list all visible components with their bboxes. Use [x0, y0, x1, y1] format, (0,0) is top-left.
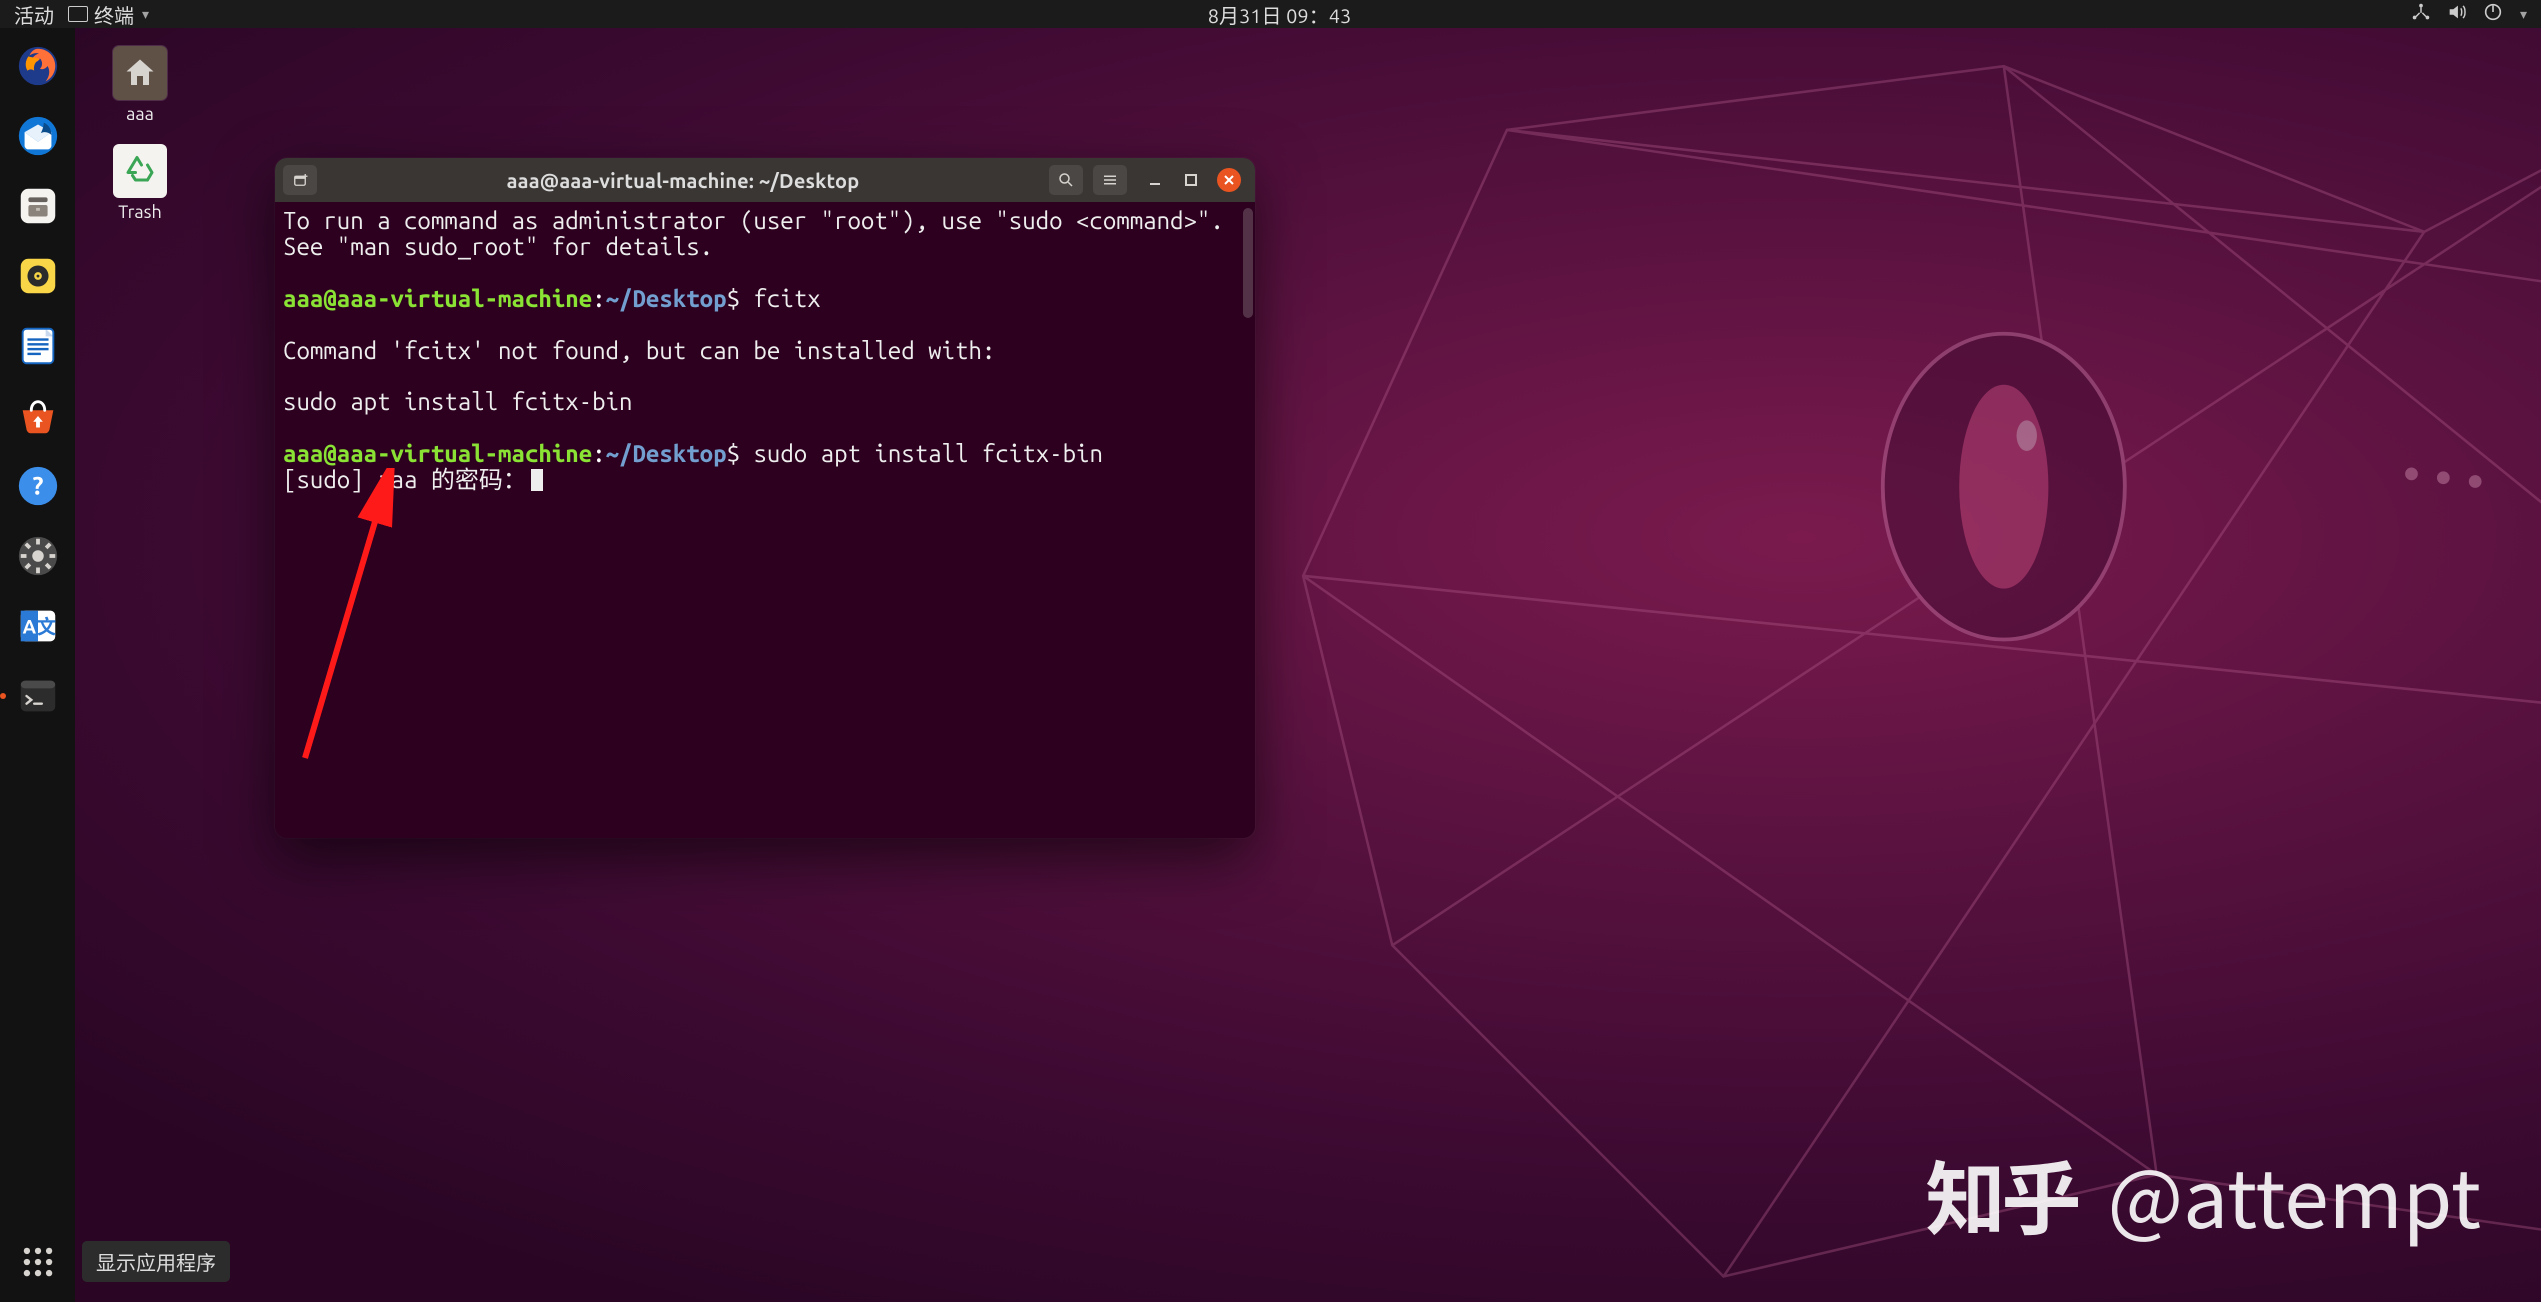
term-cmd: sudo apt install fcitx-bin	[753, 440, 1102, 467]
watermark: 知乎 @attempt	[1925, 1136, 2481, 1252]
term-line: To run a command as administrator (user …	[283, 207, 1224, 234]
prompt-user: aaa	[283, 285, 323, 312]
terminal-window[interactable]: aaa@aaa-virtual-machine: ~/Desktop To ru…	[275, 158, 1255, 838]
term-line: See "man sudo_root" for details.	[283, 233, 713, 260]
chevron-down-icon: ▾	[142, 6, 149, 23]
term-line: [sudo] aaa 的密码：	[283, 466, 527, 493]
focused-app-label: 终端	[94, 0, 134, 29]
desktop-trash-label: Trash	[105, 202, 175, 222]
dock-libreoffice-writer[interactable]	[10, 318, 66, 374]
recycle-icon	[122, 153, 158, 189]
new-tab-icon	[291, 171, 309, 189]
svg-text:?: ?	[32, 472, 43, 500]
prompt-path: ~/Desktop	[606, 440, 727, 467]
watermark-handle: @attempt	[2107, 1136, 2481, 1252]
terminal-cursor	[531, 469, 543, 491]
new-tab-button[interactable]	[283, 165, 317, 195]
home-icon	[122, 55, 158, 91]
activities-button[interactable]: 活动	[14, 0, 54, 29]
desktop-home-label: aaa	[105, 104, 175, 124]
desktop-trash[interactable]: Trash	[105, 144, 175, 222]
dock-settings[interactable]	[10, 528, 66, 584]
dock-terminal[interactable]	[10, 668, 66, 724]
prompt-user: aaa	[283, 440, 323, 467]
window-close-button[interactable]	[1217, 168, 1241, 192]
terminal-menu-button[interactable]	[1093, 165, 1127, 195]
dock-thunderbird[interactable]	[10, 108, 66, 164]
window-minimize-button[interactable]	[1145, 170, 1165, 190]
prompt-path: ~/Desktop	[606, 285, 727, 312]
dock-help[interactable]: ?	[10, 458, 66, 514]
prompt-host: aaa-virtual-machine	[337, 440, 592, 467]
maximize-icon	[1184, 173, 1198, 187]
term-line: Command 'fcitx' not found, but can be in…	[283, 337, 995, 364]
terminal-body[interactable]: To run a command as administrator (user …	[275, 202, 1255, 838]
apps-tooltip: 显示应用程序	[82, 1241, 230, 1282]
dock-files[interactable]	[10, 178, 66, 234]
network-icon[interactable]	[2410, 1, 2432, 27]
watermark-zhihu: 知乎	[1925, 1136, 2077, 1252]
term-cmd: fcitx	[753, 285, 820, 312]
dock-input-method[interactable]: A文	[10, 598, 66, 654]
svg-text:文: 文	[37, 616, 56, 638]
clock[interactable]: 8月31日 09：43	[1208, 4, 1352, 27]
terminal-scrollbar[interactable]	[1243, 208, 1253, 318]
minimize-icon	[1148, 173, 1162, 187]
close-icon	[1222, 173, 1236, 187]
hamburger-icon	[1101, 171, 1119, 189]
power-icon[interactable]	[2482, 1, 2504, 27]
terminal-indicator-icon	[68, 6, 88, 22]
desktop-home-folder[interactable]: aaa	[105, 46, 175, 124]
term-line: sudo apt install fcitx-bin	[283, 388, 632, 415]
terminal-titlebar[interactable]: aaa@aaa-virtual-machine: ~/Desktop	[275, 158, 1255, 202]
desktop[interactable]: aaa Trash aaa@aaa-virtual-machine: ~/Des…	[75, 28, 2541, 1302]
dock-ubuntu-software[interactable]	[10, 388, 66, 444]
svg-text:A: A	[22, 616, 36, 638]
dock-firefox[interactable]	[10, 38, 66, 94]
show-applications-button[interactable]	[10, 1234, 66, 1290]
system-menu-chevron-icon[interactable]: ▾	[2520, 6, 2527, 23]
focused-app-indicator[interactable]: 终端 ▾	[68, 0, 149, 29]
search-icon	[1057, 171, 1075, 189]
dock: ? A文	[0, 28, 75, 1302]
gnome-top-panel: 活动 终端 ▾ 8月31日 09：43 ▾	[0, 0, 2541, 28]
terminal-title: aaa@aaa-virtual-machine: ~/Desktop	[327, 169, 1039, 192]
dock-rhythmbox[interactable]	[10, 248, 66, 304]
window-maximize-button[interactable]	[1181, 170, 1201, 190]
prompt-host: aaa-virtual-machine	[337, 285, 592, 312]
terminal-search-button[interactable]	[1049, 165, 1083, 195]
volume-icon[interactable]	[2446, 1, 2468, 27]
